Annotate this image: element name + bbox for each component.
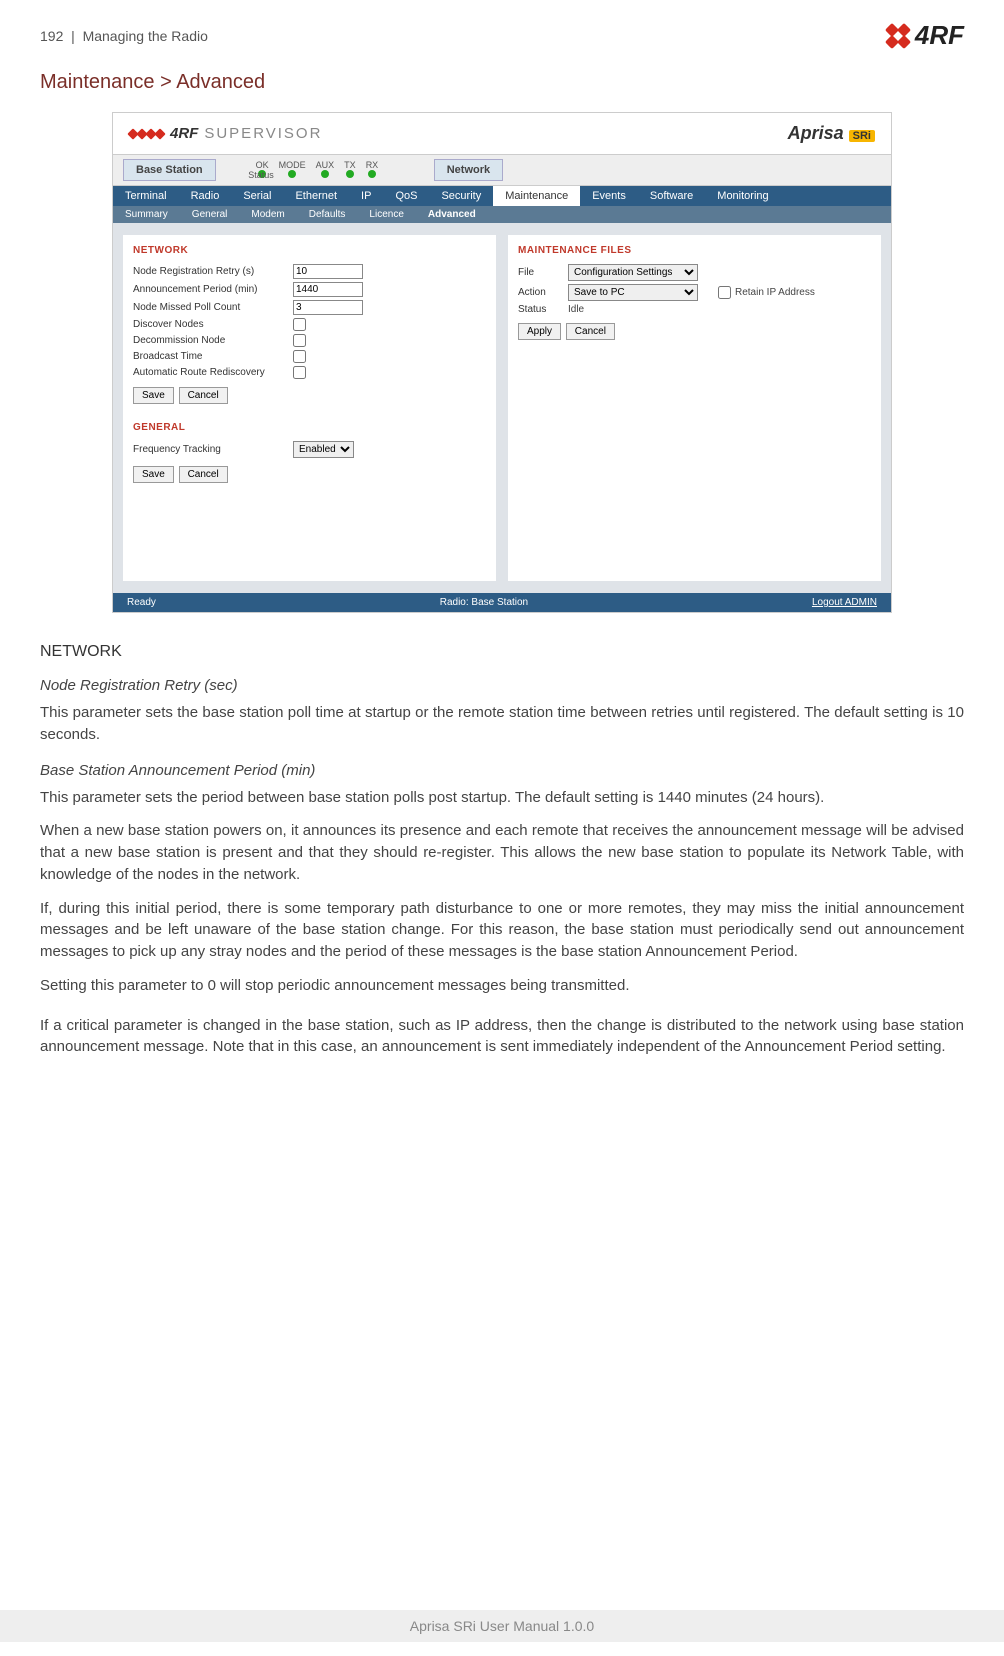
led-rx-icon [368,170,376,178]
retain-ip-label: Retain IP Address [735,287,815,298]
action-label: Action [518,287,568,298]
sub-menu: Summary General Modem Defaults Licence A… [113,206,891,223]
menu-software[interactable]: Software [638,186,705,206]
network-panel: NETWORK Node Registration Retry (s) Anno… [123,235,496,581]
submenu-summary[interactable]: Summary [113,206,180,223]
action-select[interactable]: Save to PC [568,284,698,301]
file-select[interactable]: Configuration Settings [568,264,698,281]
led-rx-label: RX [366,160,379,170]
breadcrumb: Managing the Radio [83,28,208,44]
supervisor-app: 4RF SUPERVISOR Aprisa SRi Base Station O… [112,112,892,613]
main-menu: Terminal Radio Serial Ethernet IP QoS Se… [113,186,891,206]
menu-ip[interactable]: IP [349,186,383,206]
general-panel-title: GENERAL [133,422,486,433]
tab-network[interactable]: Network [434,159,503,181]
discover-checkbox[interactable] [293,318,306,331]
network-save-button[interactable]: Save [133,387,174,404]
led-tx-label: TX [344,160,356,170]
page-number: 192 [40,28,63,44]
node-reg-label: Node Registration Retry (s) [133,266,293,277]
led-aux-icon [321,170,329,178]
decomm-checkbox[interactable] [293,334,306,347]
menu-maintenance[interactable]: Maintenance [493,186,580,206]
maint-apply-button[interactable]: Apply [518,323,561,340]
decomm-label: Decommission Node [133,335,293,346]
brand-icon [129,130,164,138]
page-footer: Aprisa SRi User Manual 1.0.0 [0,1610,1004,1642]
ann-period-label: Announcement Period (min) [133,284,293,295]
autoroute-checkbox[interactable] [293,366,306,379]
submenu-general[interactable]: General [180,206,240,223]
brand-sub: SUPERVISOR [204,125,322,142]
menu-events[interactable]: Events [580,186,638,206]
status-radio: Radio: Base Station [440,597,528,608]
footer-text: Aprisa SRi User Manual 1.0.0 [40,1618,964,1634]
file-label: File [518,267,568,278]
menu-terminal[interactable]: Terminal [113,186,179,206]
led-tx-icon [346,170,354,178]
submenu-licence[interactable]: Licence [357,206,415,223]
broadcast-label: Broadcast Time [133,351,293,362]
network-panel-title: NETWORK [133,245,486,256]
missed-poll-label: Node Missed Poll Count [133,302,293,313]
logout-link[interactable]: Logout ADMIN [812,597,877,608]
menu-qos[interactable]: QoS [383,186,429,206]
freq-select[interactable]: Enabled [293,441,354,458]
app-product: Aprisa SRi [788,123,875,144]
status-ready: Ready [127,597,156,608]
status-value: Idle [568,304,584,315]
para-bsap2: When a new base station powers on, it an… [40,820,964,885]
menu-security[interactable]: Security [429,186,493,206]
submenu-advanced[interactable]: Advanced [416,206,488,223]
submenu-modem[interactable]: Modem [239,206,296,223]
status-bar: Ready Radio: Base Station Logout ADMIN [113,593,891,612]
freq-label: Frequency Tracking [133,444,293,455]
para-bsap3: If, during this initial period, there is… [40,898,964,963]
para-bsap5: If a critical parameter is changed in th… [40,1015,964,1059]
section-network: NETWORK [40,643,964,661]
led-ok-label: OK [256,160,269,170]
leds-status-label: Status [248,170,266,180]
network-cancel-button[interactable]: Cancel [179,387,228,404]
autoroute-label: Automatic Route Rediscovery [133,367,293,378]
general-save-button[interactable]: Save [133,466,174,483]
para-nrr: This parameter sets the base station pol… [40,702,964,746]
menu-radio[interactable]: Radio [179,186,232,206]
logo-4rf: 4RF [887,20,964,51]
maint-cancel-button[interactable]: Cancel [566,323,615,340]
app-brand: 4RF SUPERVISOR [129,125,322,142]
page-header-left: 192 | Managing the Radio [40,28,208,44]
menu-monitoring[interactable]: Monitoring [705,186,780,206]
product-name: Aprisa [788,123,844,143]
product-badge: SRi [849,130,875,142]
para-bsap4: Setting this parameter to 0 will stop pe… [40,975,964,997]
retain-ip-checkbox[interactable] [718,286,731,299]
tab-base-station[interactable]: Base Station [123,159,216,181]
heading-nrr: Node Registration Retry (sec) [40,677,964,694]
maintenance-files-panel: MAINTENANCE FILES File Configuration Set… [508,235,881,581]
heading-bsap: Base Station Announcement Period (min) [40,762,964,779]
submenu-defaults[interactable]: Defaults [297,206,358,223]
status-leds: OK MODE AUX TX RX Status [256,160,274,180]
node-reg-input[interactable] [293,264,363,279]
logo-dots-icon [887,25,909,47]
para-bsap1: This parameter sets the period between b… [40,787,964,809]
missed-poll-input[interactable] [293,300,363,315]
ann-period-input[interactable] [293,282,363,297]
led-aux-label: AUX [316,160,335,170]
general-cancel-button[interactable]: Cancel [179,466,228,483]
led-mode-icon [288,170,296,178]
page-title: Maintenance > Advanced [40,71,964,94]
maint-panel-title: MAINTENANCE FILES [518,245,871,256]
led-mode-label: MODE [279,160,306,170]
brand-text: 4RF [170,125,198,142]
status-label: Status [518,304,568,315]
broadcast-checkbox[interactable] [293,350,306,363]
menu-ethernet[interactable]: Ethernet [283,186,349,206]
discover-label: Discover Nodes [133,319,293,330]
logo-text: 4RF [915,20,964,51]
menu-serial[interactable]: Serial [231,186,283,206]
